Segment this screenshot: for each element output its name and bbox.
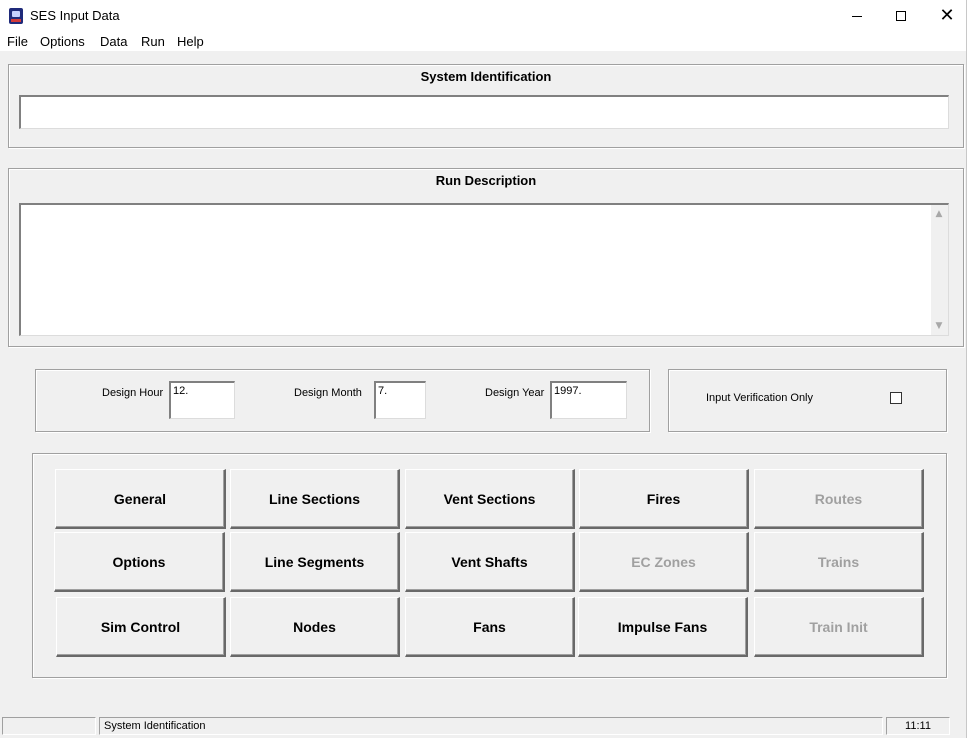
menu-file[interactable]: File [7, 34, 28, 49]
line-sections-button[interactable]: Line Sections [230, 469, 400, 529]
run-description-group: Run Description ▲ ▼ [8, 168, 964, 347]
design-month-label: Design Month [294, 387, 362, 399]
run-description-title: Run Description [435, 173, 537, 188]
vent-sections-button[interactable]: Vent Sections [405, 469, 575, 529]
menu-bar: File Options Data Run Help [0, 32, 966, 51]
ses-input-data-window: SES Input Data ✕ File Options Data Run H… [0, 0, 966, 738]
menu-run[interactable]: Run [141, 34, 165, 49]
input-verification-label: Input Verification Only [706, 392, 814, 404]
design-hour-label: Design Hour [102, 387, 164, 399]
menu-help[interactable]: Help [177, 34, 204, 49]
menu-data[interactable]: Data [100, 34, 127, 49]
window-title: SES Input Data [30, 8, 120, 23]
minimize-icon [852, 15, 862, 17]
status-pane-message: System Identification [99, 717, 883, 735]
scroll-up-icon[interactable]: ▲ [934, 209, 944, 219]
input-verification-checkbox[interactable] [890, 392, 902, 404]
system-identification-title: System Identification [420, 69, 552, 84]
impulse-fans-button[interactable]: Impulse Fans [578, 597, 748, 657]
maximize-icon [896, 11, 906, 21]
nodes-button[interactable]: Nodes [230, 597, 400, 657]
run-description-textarea[interactable]: ▲ ▼ [19, 203, 949, 336]
status-pane-empty [2, 717, 96, 735]
title-bar[interactable]: SES Input Data ✕ [0, 0, 966, 32]
design-year-input[interactable]: 1997. [550, 381, 627, 419]
general-button[interactable]: General [55, 469, 226, 529]
routes-button[interactable]: Routes [754, 469, 924, 529]
ec-zones-button[interactable]: EC Zones [579, 532, 749, 592]
design-hour-input[interactable]: 12. [169, 381, 235, 419]
system-identification-group: System Identification [8, 64, 964, 148]
minimize-button[interactable] [834, 0, 880, 32]
design-month-input[interactable]: 7. [374, 381, 426, 419]
design-year-label: Design Year [485, 387, 545, 399]
close-button[interactable]: ✕ [924, 0, 970, 32]
fans-button[interactable]: Fans [405, 597, 575, 657]
run-description-scrollbar[interactable]: ▲ ▼ [931, 205, 948, 335]
maximize-button[interactable] [878, 0, 924, 32]
scroll-down-icon[interactable]: ▼ [934, 321, 944, 331]
train-init-button[interactable]: Train Init [754, 597, 924, 657]
options-button[interactable]: Options [54, 532, 225, 592]
design-date-group: Design Hour 12. Design Month 7. Design Y… [35, 369, 650, 432]
menu-options[interactable]: Options [40, 34, 85, 49]
close-icon: ✕ [939, 5, 955, 26]
ses-app-icon[interactable] [9, 8, 23, 24]
input-verification-group: Input Verification Only [668, 369, 947, 432]
background-window-edge [966, 0, 974, 738]
status-pane-time: 11:11 [886, 717, 950, 735]
status-bar: System Identification 11:11 [0, 716, 966, 738]
trains-button[interactable]: Trains [754, 532, 924, 592]
fires-button[interactable]: Fires [579, 469, 749, 529]
vent-shafts-button[interactable]: Vent Shafts [405, 532, 575, 592]
sim-control-button[interactable]: Sim Control [56, 597, 226, 657]
line-segments-button[interactable]: Line Segments [230, 532, 400, 592]
data-buttons-group: General Line Sections Vent Sections Fire… [32, 453, 947, 678]
system-identification-input[interactable] [19, 95, 949, 129]
